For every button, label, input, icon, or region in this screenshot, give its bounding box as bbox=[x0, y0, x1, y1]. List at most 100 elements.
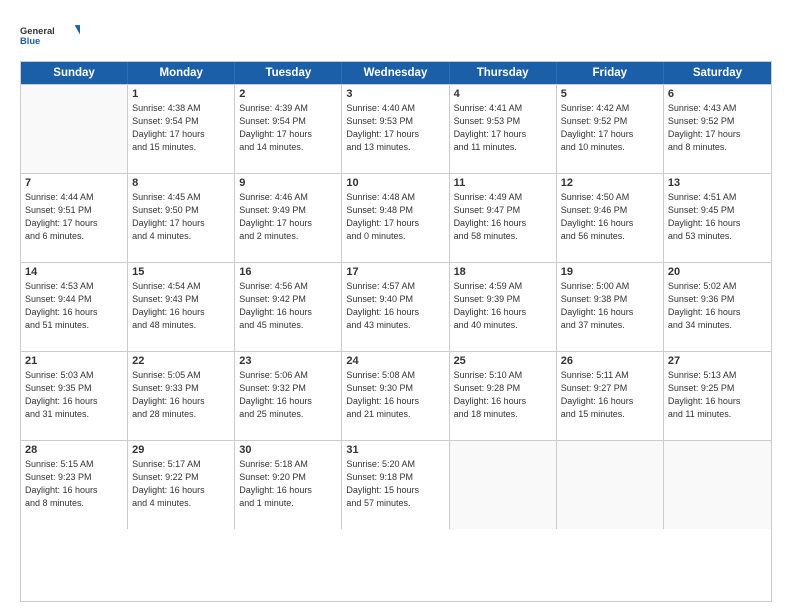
day-number: 2 bbox=[239, 88, 337, 100]
cal-cell: 15Sunrise: 4:54 AM Sunset: 9:43 PM Dayli… bbox=[128, 263, 235, 351]
cal-cell bbox=[664, 441, 771, 529]
cal-cell: 4 Sunrise: 4:41 AM Sunset: 9:53 PM Daylig… bbox=[450, 85, 557, 173]
cal-week-5: 28 Sunrise: 5:15 AM Sunset: 9:23 PM Dayli… bbox=[21, 440, 771, 529]
logo-svg: General Blue bbox=[20, 18, 80, 53]
day-number: 5 bbox=[561, 88, 659, 100]
cal-header-monday: Monday bbox=[128, 62, 235, 84]
cal-cell: 22Sunrise: 5:05 AM Sunset: 9:33 PM Dayli… bbox=[128, 352, 235, 440]
day-number: 16 bbox=[239, 266, 337, 278]
cal-cell: 23 Sunrise: 5:06 AM Sunset: 9:32 PM Dayli… bbox=[235, 352, 342, 440]
day-info: Sunrise: 4:43 AM Sunset: 9:52 PM Dayligh… bbox=[668, 102, 767, 154]
day-info: Sunrise: 4:41 AM Sunset: 9:53 PM Dayligh… bbox=[454, 102, 552, 154]
day-info: Sunrise: 4:38 AM Sunset: 9:54 PM Dayligh… bbox=[132, 102, 230, 154]
cal-header-saturday: Saturday bbox=[664, 62, 771, 84]
header: General Blue bbox=[20, 18, 772, 53]
day-info: Sunrise: 4:44 AM Sunset: 9:51 PM Dayligh… bbox=[25, 191, 123, 243]
day-info: Sunrise: 5:17 AM Sunset: 9:22 PM Dayligh… bbox=[132, 458, 230, 510]
day-info: Sunrise: 4:53 AM Sunset: 9:44 PM Dayligh… bbox=[25, 280, 123, 332]
cal-cell: 24 Sunrise: 5:08 AM Sunset: 9:30 PM Dayli… bbox=[342, 352, 449, 440]
day-info: Sunrise: 4:56 AM Sunset: 9:42 PM Dayligh… bbox=[239, 280, 337, 332]
day-number: 30 bbox=[239, 444, 337, 456]
day-number: 1 bbox=[132, 88, 230, 100]
day-info: Sunrise: 4:40 AM Sunset: 9:53 PM Dayligh… bbox=[346, 102, 444, 154]
cal-cell: 17 Sunrise: 4:57 AM Sunset: 9:40 PM Dayli… bbox=[342, 263, 449, 351]
day-info: Sunrise: 4:50 AM Sunset: 9:46 PM Dayligh… bbox=[561, 191, 659, 243]
day-info: Sunrise: 5:15 AM Sunset: 9:23 PM Dayligh… bbox=[25, 458, 123, 510]
page: General Blue SundayMondayTuesdayWednesda… bbox=[0, 0, 792, 612]
cal-week-2: 7 Sunrise: 4:44 AM Sunset: 9:51 PM Daylig… bbox=[21, 173, 771, 262]
day-number: 9 bbox=[239, 177, 337, 189]
day-number: 8 bbox=[132, 177, 230, 189]
day-info: Sunrise: 5:03 AM Sunset: 9:35 PM Dayligh… bbox=[25, 369, 123, 421]
day-number: 14 bbox=[25, 266, 123, 278]
day-number: 20 bbox=[668, 266, 767, 278]
cal-cell: 16 Sunrise: 4:56 AM Sunset: 9:42 PM Dayli… bbox=[235, 263, 342, 351]
day-number: 26 bbox=[561, 355, 659, 367]
svg-text:Blue: Blue bbox=[20, 36, 40, 46]
cal-cell: 14 Sunrise: 4:53 AM Sunset: 9:44 PM Dayli… bbox=[21, 263, 128, 351]
day-info: Sunrise: 4:39 AM Sunset: 9:54 PM Dayligh… bbox=[239, 102, 337, 154]
day-number: 27 bbox=[668, 355, 767, 367]
cal-cell: 30 Sunrise: 5:18 AM Sunset: 9:20 PM Dayli… bbox=[235, 441, 342, 529]
calendar: SundayMondayTuesdayWednesdayThursdayFrid… bbox=[20, 61, 772, 602]
day-number: 6 bbox=[668, 88, 767, 100]
day-info: Sunrise: 5:08 AM Sunset: 9:30 PM Dayligh… bbox=[346, 369, 444, 421]
day-info: Sunrise: 5:11 AM Sunset: 9:27 PM Dayligh… bbox=[561, 369, 659, 421]
cal-cell bbox=[450, 441, 557, 529]
day-number: 3 bbox=[346, 88, 444, 100]
day-info: Sunrise: 4:46 AM Sunset: 9:49 PM Dayligh… bbox=[239, 191, 337, 243]
day-info: Sunrise: 4:48 AM Sunset: 9:48 PM Dayligh… bbox=[346, 191, 444, 243]
day-info: Sunrise: 5:18 AM Sunset: 9:20 PM Dayligh… bbox=[239, 458, 337, 510]
day-number: 4 bbox=[454, 88, 552, 100]
day-info: Sunrise: 5:10 AM Sunset: 9:28 PM Dayligh… bbox=[454, 369, 552, 421]
day-info: Sunrise: 4:57 AM Sunset: 9:40 PM Dayligh… bbox=[346, 280, 444, 332]
cal-cell bbox=[557, 441, 664, 529]
cal-cell: 31Sunrise: 5:20 AM Sunset: 9:18 PM Dayli… bbox=[342, 441, 449, 529]
day-info: Sunrise: 4:49 AM Sunset: 9:47 PM Dayligh… bbox=[454, 191, 552, 243]
day-info: Sunrise: 4:45 AM Sunset: 9:50 PM Dayligh… bbox=[132, 191, 230, 243]
cal-cell: 28 Sunrise: 5:15 AM Sunset: 9:23 PM Dayli… bbox=[21, 441, 128, 529]
day-info: Sunrise: 5:13 AM Sunset: 9:25 PM Dayligh… bbox=[668, 369, 767, 421]
day-info: Sunrise: 4:54 AM Sunset: 9:43 PM Dayligh… bbox=[132, 280, 230, 332]
cal-week-1: 1 Sunrise: 4:38 AM Sunset: 9:54 PM Daylig… bbox=[21, 84, 771, 173]
cal-week-3: 14 Sunrise: 4:53 AM Sunset: 9:44 PM Dayli… bbox=[21, 262, 771, 351]
cal-cell: 1 Sunrise: 4:38 AM Sunset: 9:54 PM Daylig… bbox=[128, 85, 235, 173]
cal-cell: 9 Sunrise: 4:46 AM Sunset: 9:49 PM Daylig… bbox=[235, 174, 342, 262]
day-number: 18 bbox=[454, 266, 552, 278]
day-info: Sunrise: 5:02 AM Sunset: 9:36 PM Dayligh… bbox=[668, 280, 767, 332]
day-number: 19 bbox=[561, 266, 659, 278]
cal-cell: 19 Sunrise: 5:00 AM Sunset: 9:38 PM Dayli… bbox=[557, 263, 664, 351]
day-number: 29 bbox=[132, 444, 230, 456]
cal-cell: 27 Sunrise: 5:13 AM Sunset: 9:25 PM Dayli… bbox=[664, 352, 771, 440]
svg-text:General: General bbox=[20, 26, 55, 36]
day-number: 13 bbox=[668, 177, 767, 189]
cal-cell: 7 Sunrise: 4:44 AM Sunset: 9:51 PM Daylig… bbox=[21, 174, 128, 262]
day-number: 28 bbox=[25, 444, 123, 456]
day-number: 17 bbox=[346, 266, 444, 278]
cal-header-sunday: Sunday bbox=[21, 62, 128, 84]
day-number: 25 bbox=[454, 355, 552, 367]
day-info: Sunrise: 4:59 AM Sunset: 9:39 PM Dayligh… bbox=[454, 280, 552, 332]
cal-cell bbox=[21, 85, 128, 173]
cal-cell: 26 Sunrise: 5:11 AM Sunset: 9:27 PM Dayli… bbox=[557, 352, 664, 440]
cal-cell: 12Sunrise: 4:50 AM Sunset: 9:46 PM Dayli… bbox=[557, 174, 664, 262]
day-info: Sunrise: 4:51 AM Sunset: 9:45 PM Dayligh… bbox=[668, 191, 767, 243]
cal-cell: 29 Sunrise: 5:17 AM Sunset: 9:22 PM Dayli… bbox=[128, 441, 235, 529]
day-number: 11 bbox=[454, 177, 552, 189]
calendar-body: 1 Sunrise: 4:38 AM Sunset: 9:54 PM Daylig… bbox=[21, 84, 771, 529]
cal-header-friday: Friday bbox=[557, 62, 664, 84]
cal-cell: 18 Sunrise: 4:59 AM Sunset: 9:39 PM Dayli… bbox=[450, 263, 557, 351]
day-info: Sunrise: 5:00 AM Sunset: 9:38 PM Dayligh… bbox=[561, 280, 659, 332]
logo: General Blue bbox=[20, 18, 80, 53]
cal-cell: 5Sunrise: 4:42 AM Sunset: 9:52 PM Daylig… bbox=[557, 85, 664, 173]
cal-cell: 20 Sunrise: 5:02 AM Sunset: 9:36 PM Dayli… bbox=[664, 263, 771, 351]
cal-cell: 21 Sunrise: 5:03 AM Sunset: 9:35 PM Dayli… bbox=[21, 352, 128, 440]
cal-cell: 3 Sunrise: 4:40 AM Sunset: 9:53 PM Daylig… bbox=[342, 85, 449, 173]
day-info: Sunrise: 5:06 AM Sunset: 9:32 PM Dayligh… bbox=[239, 369, 337, 421]
day-number: 24 bbox=[346, 355, 444, 367]
day-number: 21 bbox=[25, 355, 123, 367]
cal-week-4: 21 Sunrise: 5:03 AM Sunset: 9:35 PM Dayli… bbox=[21, 351, 771, 440]
day-number: 7 bbox=[25, 177, 123, 189]
cal-cell: 8 Sunrise: 4:45 AM Sunset: 9:50 PM Daylig… bbox=[128, 174, 235, 262]
day-number: 23 bbox=[239, 355, 337, 367]
